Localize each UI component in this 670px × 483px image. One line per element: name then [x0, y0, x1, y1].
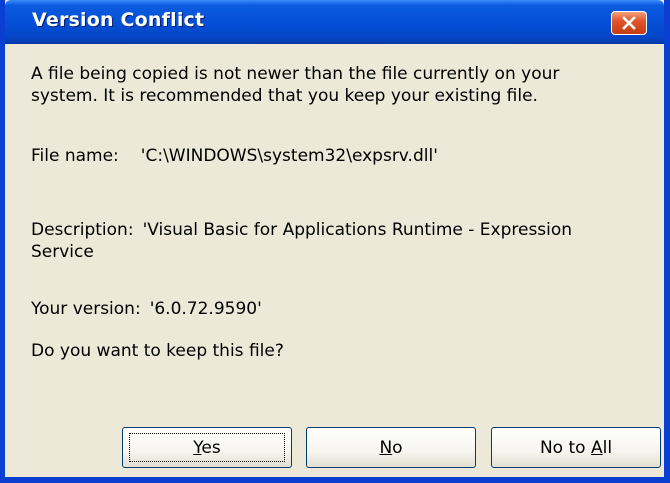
focus-ring: [129, 433, 285, 462]
version-value: '6.0.72.9590': [149, 299, 262, 319]
no-button[interactable]: No: [306, 427, 476, 468]
title-bar[interactable]: Version Conflict: [5, 0, 664, 44]
description-row: Description: 'Visual Basic for Applicatio…: [31, 219, 572, 241]
no-to-all-button[interactable]: No to All: [491, 427, 661, 468]
file-name-value: 'C:\WINDOWS\system32\expsrv.dll': [140, 146, 438, 166]
dialog-title: Version Conflict: [32, 9, 205, 31]
no-button-label: No: [379, 437, 403, 458]
version-conflict-dialog: Version Conflict A file being copied is …: [0, 0, 670, 483]
version-label: Your version:: [31, 299, 141, 319]
version-row: Your version: '6.0.72.9590': [31, 298, 262, 320]
close-icon: [622, 16, 636, 30]
file-name-label: File name:: [31, 146, 119, 166]
message-line-1: A file being copied is not newer than th…: [31, 64, 560, 84]
description-value-line-1: 'Visual Basic for Applications Runtime -…: [142, 220, 573, 240]
description-label: Description:: [31, 220, 134, 240]
message-line-2: system. It is recommended that you keep …: [31, 86, 538, 106]
no-to-all-button-label: No to All: [539, 437, 613, 458]
question-text: Do you want to keep this file?: [31, 341, 284, 361]
file-name-row: File name: 'C:\WINDOWS\system32\expsrv.dl…: [31, 145, 438, 167]
description-value-line-2: Service: [31, 242, 94, 262]
yes-button[interactable]: Yes: [122, 427, 292, 468]
close-button[interactable]: [611, 11, 647, 35]
